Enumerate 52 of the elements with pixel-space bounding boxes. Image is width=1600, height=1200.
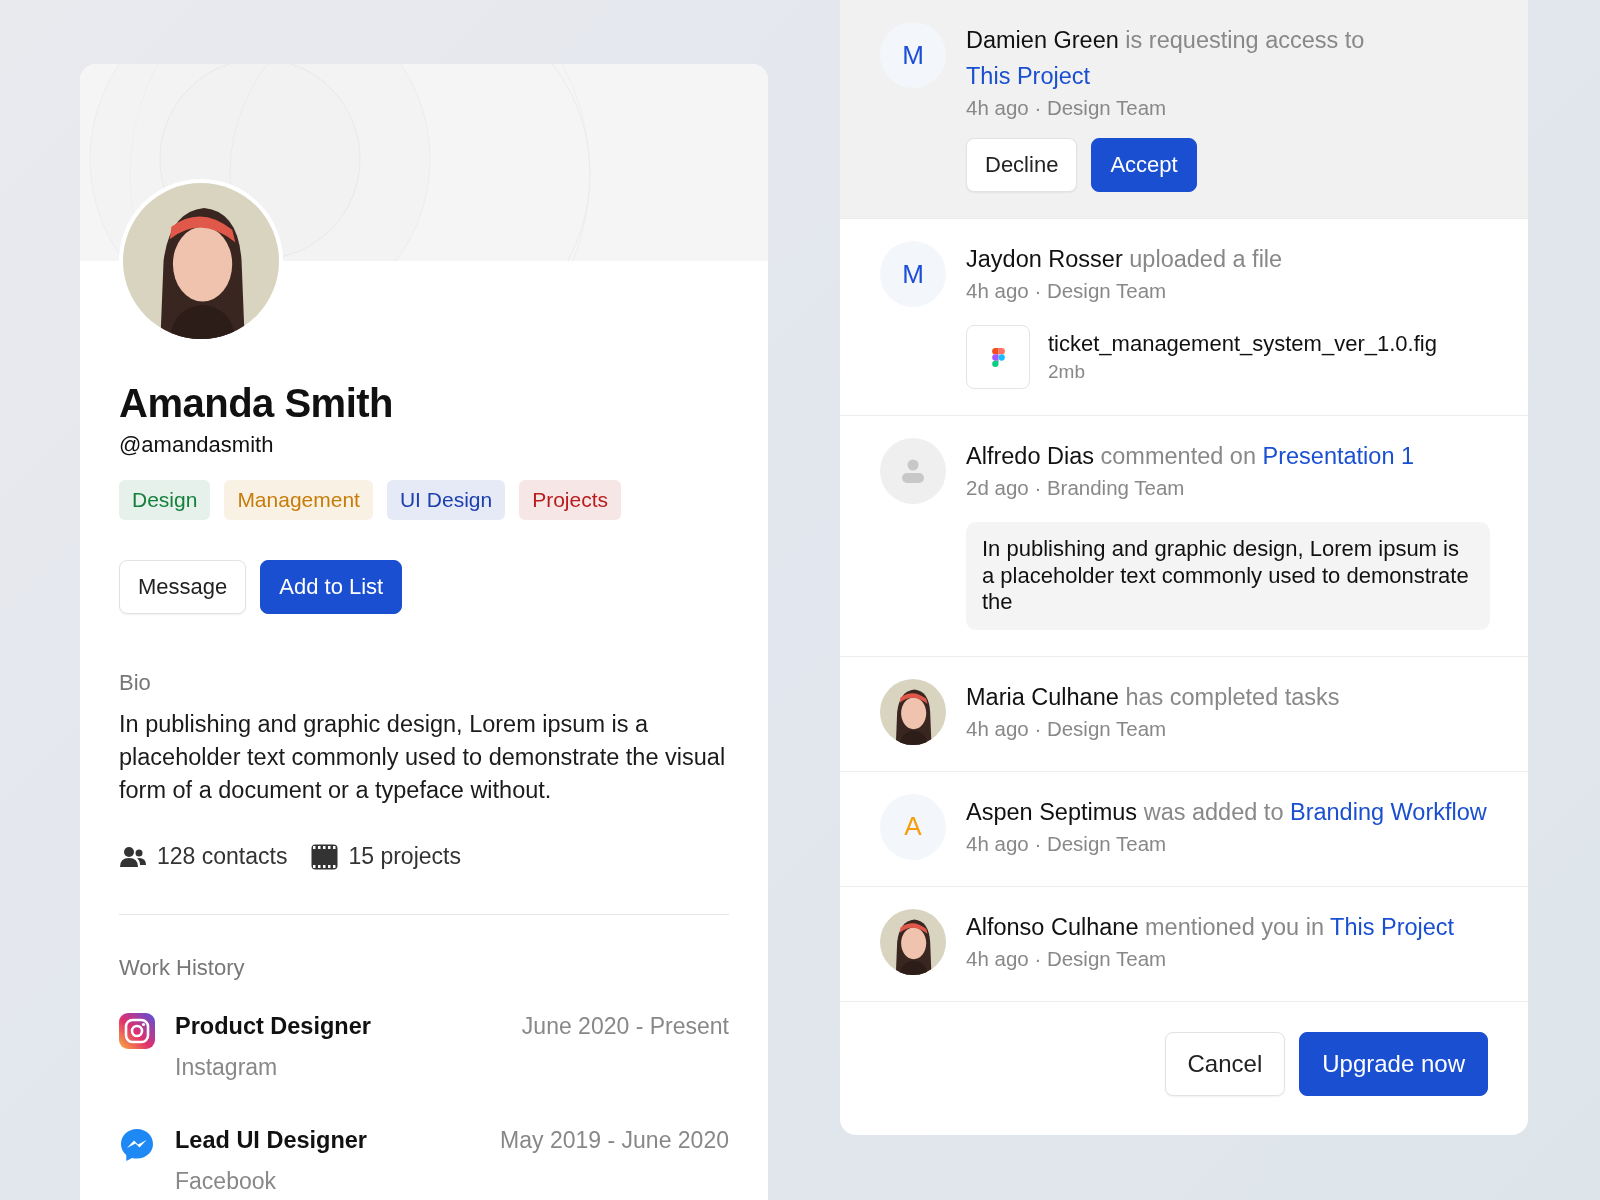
link[interactable]: Branding Workflow: [1290, 798, 1487, 825]
notification-meta: 4h ago · Design Team: [966, 96, 1168, 120]
tag: Design: [119, 480, 211, 520]
cancel-button[interactable]: Cancel: [1164, 1031, 1286, 1096]
stat-text: 128 contacts: [157, 843, 288, 870]
notification-meta: 4h ago · Design Team: [966, 279, 1168, 303]
notification-meta: 4h ago · Design Team: [966, 716, 1168, 741]
link[interactable]: This Project: [1330, 913, 1455, 940]
notification-meta: 4h ago · Design Team: [966, 946, 1168, 971]
message-button[interactable]: Message: [119, 560, 247, 614]
file-name: ticket_management_system_ver_1.0.fig: [1048, 331, 1437, 357]
notification-text: Aspen Septimus was added to Branding Workflow: [966, 797, 1488, 827]
job-period: June 2020 - Present: [521, 1013, 729, 1040]
job-title: Product Designer: [175, 1013, 372, 1040]
film-icon: [311, 843, 339, 870]
bio-text: In publishing and graphic design, Lorem ipsum is a placeholder text commonly used to demonstrate the visual form of a document or a typeface without.: [119, 710, 727, 805]
users-icon: [119, 844, 147, 869]
instagram-logo-icon: [119, 1013, 155, 1049]
file-thumbnail[interactable]: [966, 325, 1030, 389]
messenger-logo-icon: [119, 1127, 155, 1163]
person-avatar-icon: [880, 438, 946, 504]
add-to-list-button[interactable]: Add to List: [260, 560, 403, 614]
tag: UI Design: [386, 480, 506, 520]
profile-handle: @amandasmith: [119, 432, 275, 458]
avatar: M: [880, 22, 946, 88]
figma-logo-icon: [991, 347, 1005, 367]
accept-button[interactable]: Accept: [1091, 138, 1197, 192]
avatar: M: [880, 241, 946, 307]
file-size: 2mb: [1048, 361, 1086, 383]
notification-text: Alfonso Culhane mentioned you in This Project: [966, 912, 1456, 942]
job-period: May 2019 - June 2020: [500, 1127, 729, 1154]
tag: Projects: [519, 480, 621, 520]
link[interactable]: Presentation 1: [1262, 443, 1415, 469]
job-title: Lead UI Designer: [175, 1127, 368, 1154]
notification-text: Maria Culhane has completed tasks: [966, 682, 1341, 712]
decline-button[interactable]: Decline: [966, 138, 1078, 192]
notification-meta: 4h ago · Design Team: [966, 831, 1168, 856]
company-name: Instagram: [175, 1054, 279, 1081]
section-label: Work History: [119, 955, 246, 981]
tag: Management: [224, 480, 373, 520]
notification-text: Alfredo Dias commented on Presentation 1: [966, 442, 1416, 471]
company-name: Facebook: [175, 1168, 277, 1195]
section-label: Bio: [119, 670, 152, 696]
avatar: A: [880, 793, 946, 860]
comment-text: In publishing and graphic design, Lorem ipsum is a placeholder text commonly used to demonstrate the: [966, 522, 1490, 630]
notification-meta: 2d ago · Branding Team: [966, 476, 1186, 500]
stat-text: 15 projects: [348, 843, 461, 870]
notification-text: Jaydon Rosser uploaded a file: [966, 245, 1284, 274]
link[interactable]: This Project: [966, 63, 1091, 89]
profile-name: Amanda Smith: [119, 381, 395, 426]
notification-text: Damien Green is requesting access to This Project: [966, 26, 1366, 91]
upgrade-button[interactable]: Upgrade now: [1299, 1031, 1488, 1096]
